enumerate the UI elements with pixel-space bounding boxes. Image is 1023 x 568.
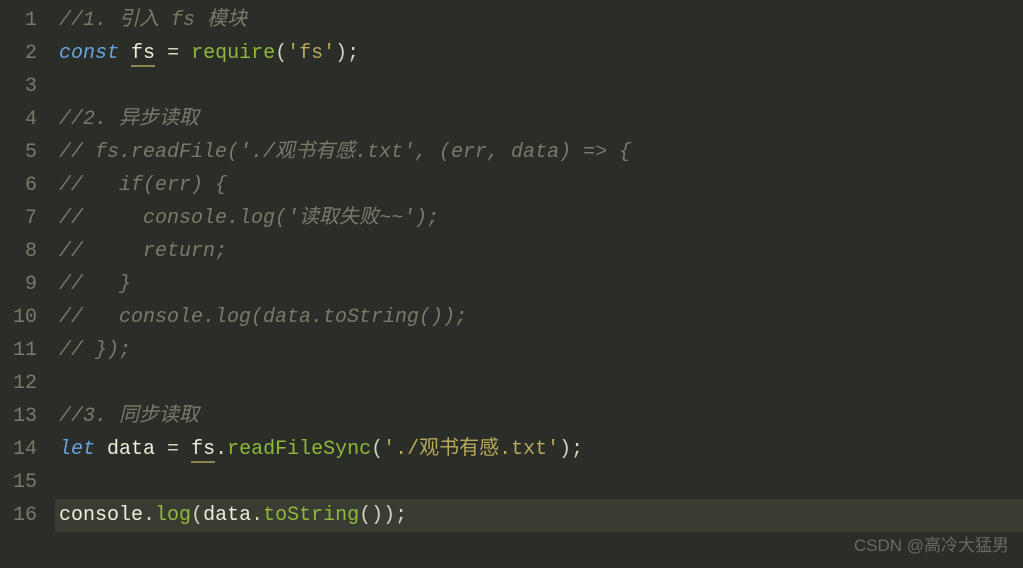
code-token: data — [95, 438, 167, 461]
code-line[interactable] — [55, 466, 1023, 499]
line-number: 3 — [10, 70, 37, 103]
code-token — [119, 42, 131, 65]
code-token: . — [143, 504, 155, 527]
code-token: 'fs' — [287, 42, 335, 65]
code-token — [179, 42, 191, 65]
code-token: require — [191, 42, 275, 65]
code-content-area[interactable]: //1. 引入 fs 模块const fs = require('fs');//… — [55, 0, 1023, 568]
code-line[interactable]: // } — [55, 268, 1023, 301]
code-line[interactable]: console.log(data.toString()); — [55, 499, 1023, 532]
code-token: data — [203, 504, 251, 527]
code-token: fs — [131, 42, 155, 67]
code-line[interactable]: // console.log(data.toString()); — [55, 301, 1023, 334]
code-editor: 12345678910111213141516 //1. 引入 fs 模块con… — [0, 0, 1023, 568]
line-number: 13 — [10, 400, 37, 433]
code-token: const — [59, 42, 119, 65]
code-line[interactable]: let data = fs.readFileSync('./观书有感.txt')… — [55, 433, 1023, 466]
code-line[interactable] — [55, 367, 1023, 400]
code-token: readFileSync — [227, 438, 371, 461]
code-token: let — [59, 438, 95, 461]
code-token: ); — [559, 438, 583, 461]
code-token: ()); — [359, 504, 407, 527]
line-number: 4 — [10, 103, 37, 136]
code-token: //1. 引入 fs 模块 — [59, 9, 247, 32]
code-token: // } — [59, 273, 131, 296]
code-token: ); — [335, 42, 359, 65]
code-token — [155, 42, 167, 65]
code-line[interactable]: // if(err) { — [55, 169, 1023, 202]
line-number: 5 — [10, 136, 37, 169]
line-number: 10 — [10, 301, 37, 334]
code-line[interactable]: const fs = require('fs'); — [55, 37, 1023, 70]
code-token — [179, 438, 191, 461]
line-number: 9 — [10, 268, 37, 301]
line-number: 6 — [10, 169, 37, 202]
code-line[interactable]: // }); — [55, 334, 1023, 367]
code-token: log — [155, 504, 191, 527]
code-line[interactable]: //2. 异步读取 — [55, 103, 1023, 136]
code-line[interactable] — [55, 70, 1023, 103]
code-token: ( — [371, 438, 383, 461]
line-number-gutter: 12345678910111213141516 — [0, 0, 55, 568]
line-number: 8 — [10, 235, 37, 268]
code-line[interactable]: //1. 引入 fs 模块 — [55, 4, 1023, 37]
code-token: = — [167, 438, 179, 461]
code-token: // if(err) { — [59, 174, 227, 197]
code-token: // fs.readFile('./观书有感.txt', (err, data)… — [59, 141, 631, 164]
code-token: //2. 异步读取 — [59, 108, 199, 131]
line-number: 7 — [10, 202, 37, 235]
watermark-text: CSDN @高冷大猛男 — [854, 532, 1009, 560]
code-token: ( — [191, 504, 203, 527]
code-token: // console.log(data.toString()); — [59, 306, 467, 329]
code-line[interactable]: // return; — [55, 235, 1023, 268]
code-token: fs — [191, 438, 215, 463]
code-token: console — [59, 504, 143, 527]
code-token: //3. 同步读取 — [59, 405, 199, 428]
code-token: ( — [275, 42, 287, 65]
line-number: 1 — [10, 4, 37, 37]
line-number: 14 — [10, 433, 37, 466]
line-number: 11 — [10, 334, 37, 367]
code-token: toString — [263, 504, 359, 527]
code-token: // return; — [59, 240, 227, 263]
code-token: './观书有感.txt' — [383, 438, 559, 461]
line-number: 16 — [10, 499, 37, 532]
code-token: . — [215, 438, 227, 461]
code-token: // console.log('读取失败~~'); — [59, 207, 439, 230]
line-number: 2 — [10, 37, 37, 70]
code-line[interactable]: // console.log('读取失败~~'); — [55, 202, 1023, 235]
code-line[interactable]: // fs.readFile('./观书有感.txt', (err, data)… — [55, 136, 1023, 169]
code-token: = — [167, 42, 179, 65]
code-line[interactable]: //3. 同步读取 — [55, 400, 1023, 433]
line-number: 15 — [10, 466, 37, 499]
code-token: // }); — [59, 339, 131, 362]
line-number: 12 — [10, 367, 37, 400]
code-token: . — [251, 504, 263, 527]
